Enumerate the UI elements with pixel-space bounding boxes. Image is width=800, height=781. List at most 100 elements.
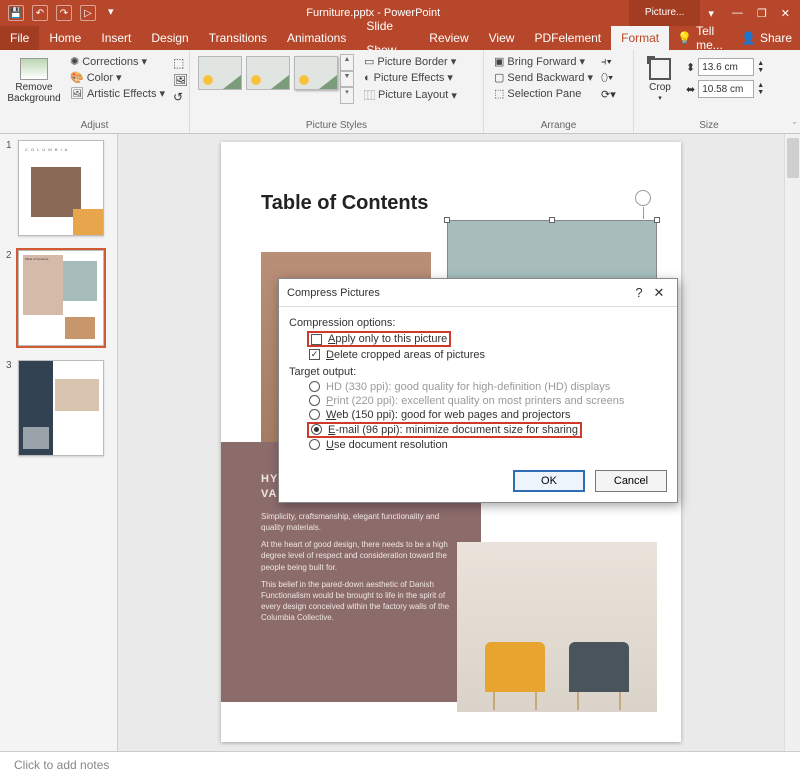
send-backward-icon: ▢ <box>494 71 504 84</box>
tab-format[interactable]: Format <box>611 26 669 50</box>
radio-docres[interactable] <box>309 439 320 450</box>
option-print-label: Print (220 ppi): excellent quality on mo… <box>326 395 624 407</box>
quick-access-toolbar: 💾 ↶ ↷ ▷ ▾ <box>0 5 118 21</box>
delete-cropped-option[interactable]: ✓ Delete cropped areas of pictures <box>289 348 667 362</box>
compress-pictures-icon[interactable]: ⬚ <box>173 56 188 70</box>
option-hd: HD (330 ppi): good quality for high-defi… <box>289 380 667 394</box>
radio-print <box>309 395 320 406</box>
slide-number: 2 <box>6 250 12 261</box>
corrections-button[interactable]: ✺Corrections▾ <box>66 54 169 69</box>
change-picture-icon[interactable]: 🖼 <box>173 73 188 87</box>
tab-view[interactable]: View <box>479 26 525 50</box>
group-icon[interactable]: ⬯▾ <box>601 72 616 85</box>
stepper-icon[interactable]: ▲▼ <box>757 60 764 74</box>
selection-pane-button[interactable]: ⬚Selection Pane <box>490 86 597 101</box>
height-input[interactable]: 13.6 cm <box>698 58 754 76</box>
radio-email[interactable] <box>311 424 322 435</box>
chevron-down-icon: ▾ <box>587 71 593 84</box>
scrollbar-thumb[interactable] <box>787 138 799 178</box>
tab-insert[interactable]: Insert <box>91 26 141 50</box>
width-icon: ⬌ <box>686 83 695 96</box>
stepper-icon[interactable]: ▲▼ <box>757 82 764 96</box>
picture-style-preset[interactable] <box>246 56 290 90</box>
help-icon[interactable]: ? <box>629 285 649 300</box>
chevron-down-icon: ▾ <box>451 89 457 102</box>
share-button[interactable]: 👤Share <box>733 31 800 45</box>
compression-options-label: Compression options: <box>289 317 667 329</box>
chevron-down-icon: ▾ <box>116 71 122 84</box>
delete-cropped-checkbox[interactable]: ✓ <box>309 349 320 360</box>
contextual-tab-group: Picture... <box>629 0 700 26</box>
radio-hd <box>309 381 320 392</box>
tell-me[interactable]: 💡Tell me... <box>669 24 733 52</box>
start-slideshow-icon[interactable]: ▷ <box>80 5 96 21</box>
picture-style-preset[interactable] <box>294 56 338 90</box>
tab-file[interactable]: File <box>0 26 39 50</box>
maximize-icon[interactable]: ❐ <box>757 7 767 20</box>
ribbon: Remove Background ✺Corrections▾ 🎨Color▾ … <box>0 50 800 134</box>
notes-pane[interactable]: Click to add notes <box>0 751 800 781</box>
reset-picture-icon[interactable]: ↺ <box>173 90 188 104</box>
resize-handle[interactable] <box>654 217 660 223</box>
remove-background-button[interactable]: Remove Background <box>6 54 62 108</box>
slide-thumb-3[interactable]: 3 <box>4 360 113 456</box>
collapse-ribbon-icon[interactable]: ˇ <box>793 121 796 131</box>
tab-pdfelement[interactable]: PDFelement <box>524 26 611 50</box>
crop-button[interactable]: Crop▾ <box>640 54 680 107</box>
close-icon[interactable]: ✕ <box>781 7 790 20</box>
undo-icon[interactable]: ↶ <box>32 5 48 21</box>
picture-layout-button[interactable]: ⿲Picture Layout▾ <box>360 86 461 104</box>
minimize-icon[interactable]: — <box>732 7 743 20</box>
highlight-apply-only: Apply only to this picture <box>307 331 451 347</box>
rotate-icon[interactable]: ⟳▾ <box>601 88 616 101</box>
cancel-button[interactable]: Cancel <box>595 470 667 492</box>
close-icon[interactable]: ✕ <box>649 285 669 301</box>
group-size: Crop▾ ⬍13.6 cm▲▼ ⬌10.58 cm▲▼ Size <box>634 50 784 133</box>
rotation-handle-icon[interactable] <box>635 190 651 206</box>
vertical-scrollbar[interactable] <box>784 134 800 751</box>
picture-style-preset[interactable] <box>198 56 242 90</box>
qat-more-icon[interactable]: ▾ <box>104 5 118 21</box>
slide-thumb-2[interactable]: 2 Table of Contents <box>4 250 113 346</box>
apply-only-checkbox[interactable] <box>311 334 322 345</box>
tab-animations[interactable]: Animations <box>277 26 356 50</box>
tab-transitions[interactable]: Transitions <box>199 26 277 50</box>
group-label: Adjust <box>6 120 183 133</box>
resize-handle[interactable] <box>549 217 555 223</box>
tab-design[interactable]: Design <box>141 26 198 50</box>
width-input[interactable]: 10.58 cm <box>698 80 754 98</box>
dialog-titlebar[interactable]: Compress Pictures ? ✕ <box>279 279 677 307</box>
picture-border-button[interactable]: ▭Picture Border▾ <box>360 54 461 69</box>
delete-cropped-label: Delete cropped areas of pictures <box>326 349 485 361</box>
resize-handle[interactable] <box>444 217 450 223</box>
picture-effects-button[interactable]: ◐Picture Effects▾ <box>360 70 461 85</box>
radio-web[interactable] <box>309 409 320 420</box>
bring-forward-icon: ▣ <box>494 55 504 68</box>
slide-thumbnails-pane[interactable]: 1 C O L U M B I A 2 Table of Contents 3 <box>0 134 118 751</box>
slide-number: 3 <box>6 360 12 371</box>
artistic-effects-button[interactable]: 🖼Artistic Effects▾ <box>66 86 169 101</box>
option-print: Print (220 ppi): excellent quality on mo… <box>289 394 667 408</box>
color-button[interactable]: 🎨Color▾ <box>66 70 169 85</box>
redo-icon[interactable]: ↷ <box>56 5 72 21</box>
ribbon-display-options-icon[interactable]: ▾ <box>700 7 722 20</box>
gallery-scroll[interactable]: ▲▼▾ <box>340 54 354 104</box>
remove-background-icon <box>20 58 48 80</box>
send-backward-button[interactable]: ▢Send Backward▾ <box>490 70 597 85</box>
ok-button[interactable]: OK <box>513 470 585 492</box>
align-icon[interactable]: ⫞▾ <box>601 56 616 69</box>
tab-review[interactable]: Review <box>419 26 478 50</box>
compress-pictures-dialog: Compress Pictures ? ✕ Compression option… <box>278 278 678 503</box>
bring-forward-button[interactable]: ▣Bring Forward▾ <box>490 54 597 69</box>
chevron-down-icon: ▾ <box>141 55 147 68</box>
selection-pane-icon: ⬚ <box>494 87 504 100</box>
save-icon[interactable]: 💾 <box>8 5 24 21</box>
option-docres[interactable]: Use document resolution <box>289 438 667 452</box>
slide-image-chairs[interactable] <box>457 542 657 712</box>
share-icon: 👤 <box>741 31 756 45</box>
option-web[interactable]: Web (150 ppi): good for web pages and pr… <box>289 408 667 422</box>
tab-home[interactable]: Home <box>39 26 91 50</box>
option-docres-label: Use document resolution <box>326 439 448 451</box>
slide-thumb-1[interactable]: 1 C O L U M B I A <box>4 140 113 236</box>
chevron-down-icon: ▾ <box>658 95 662 103</box>
